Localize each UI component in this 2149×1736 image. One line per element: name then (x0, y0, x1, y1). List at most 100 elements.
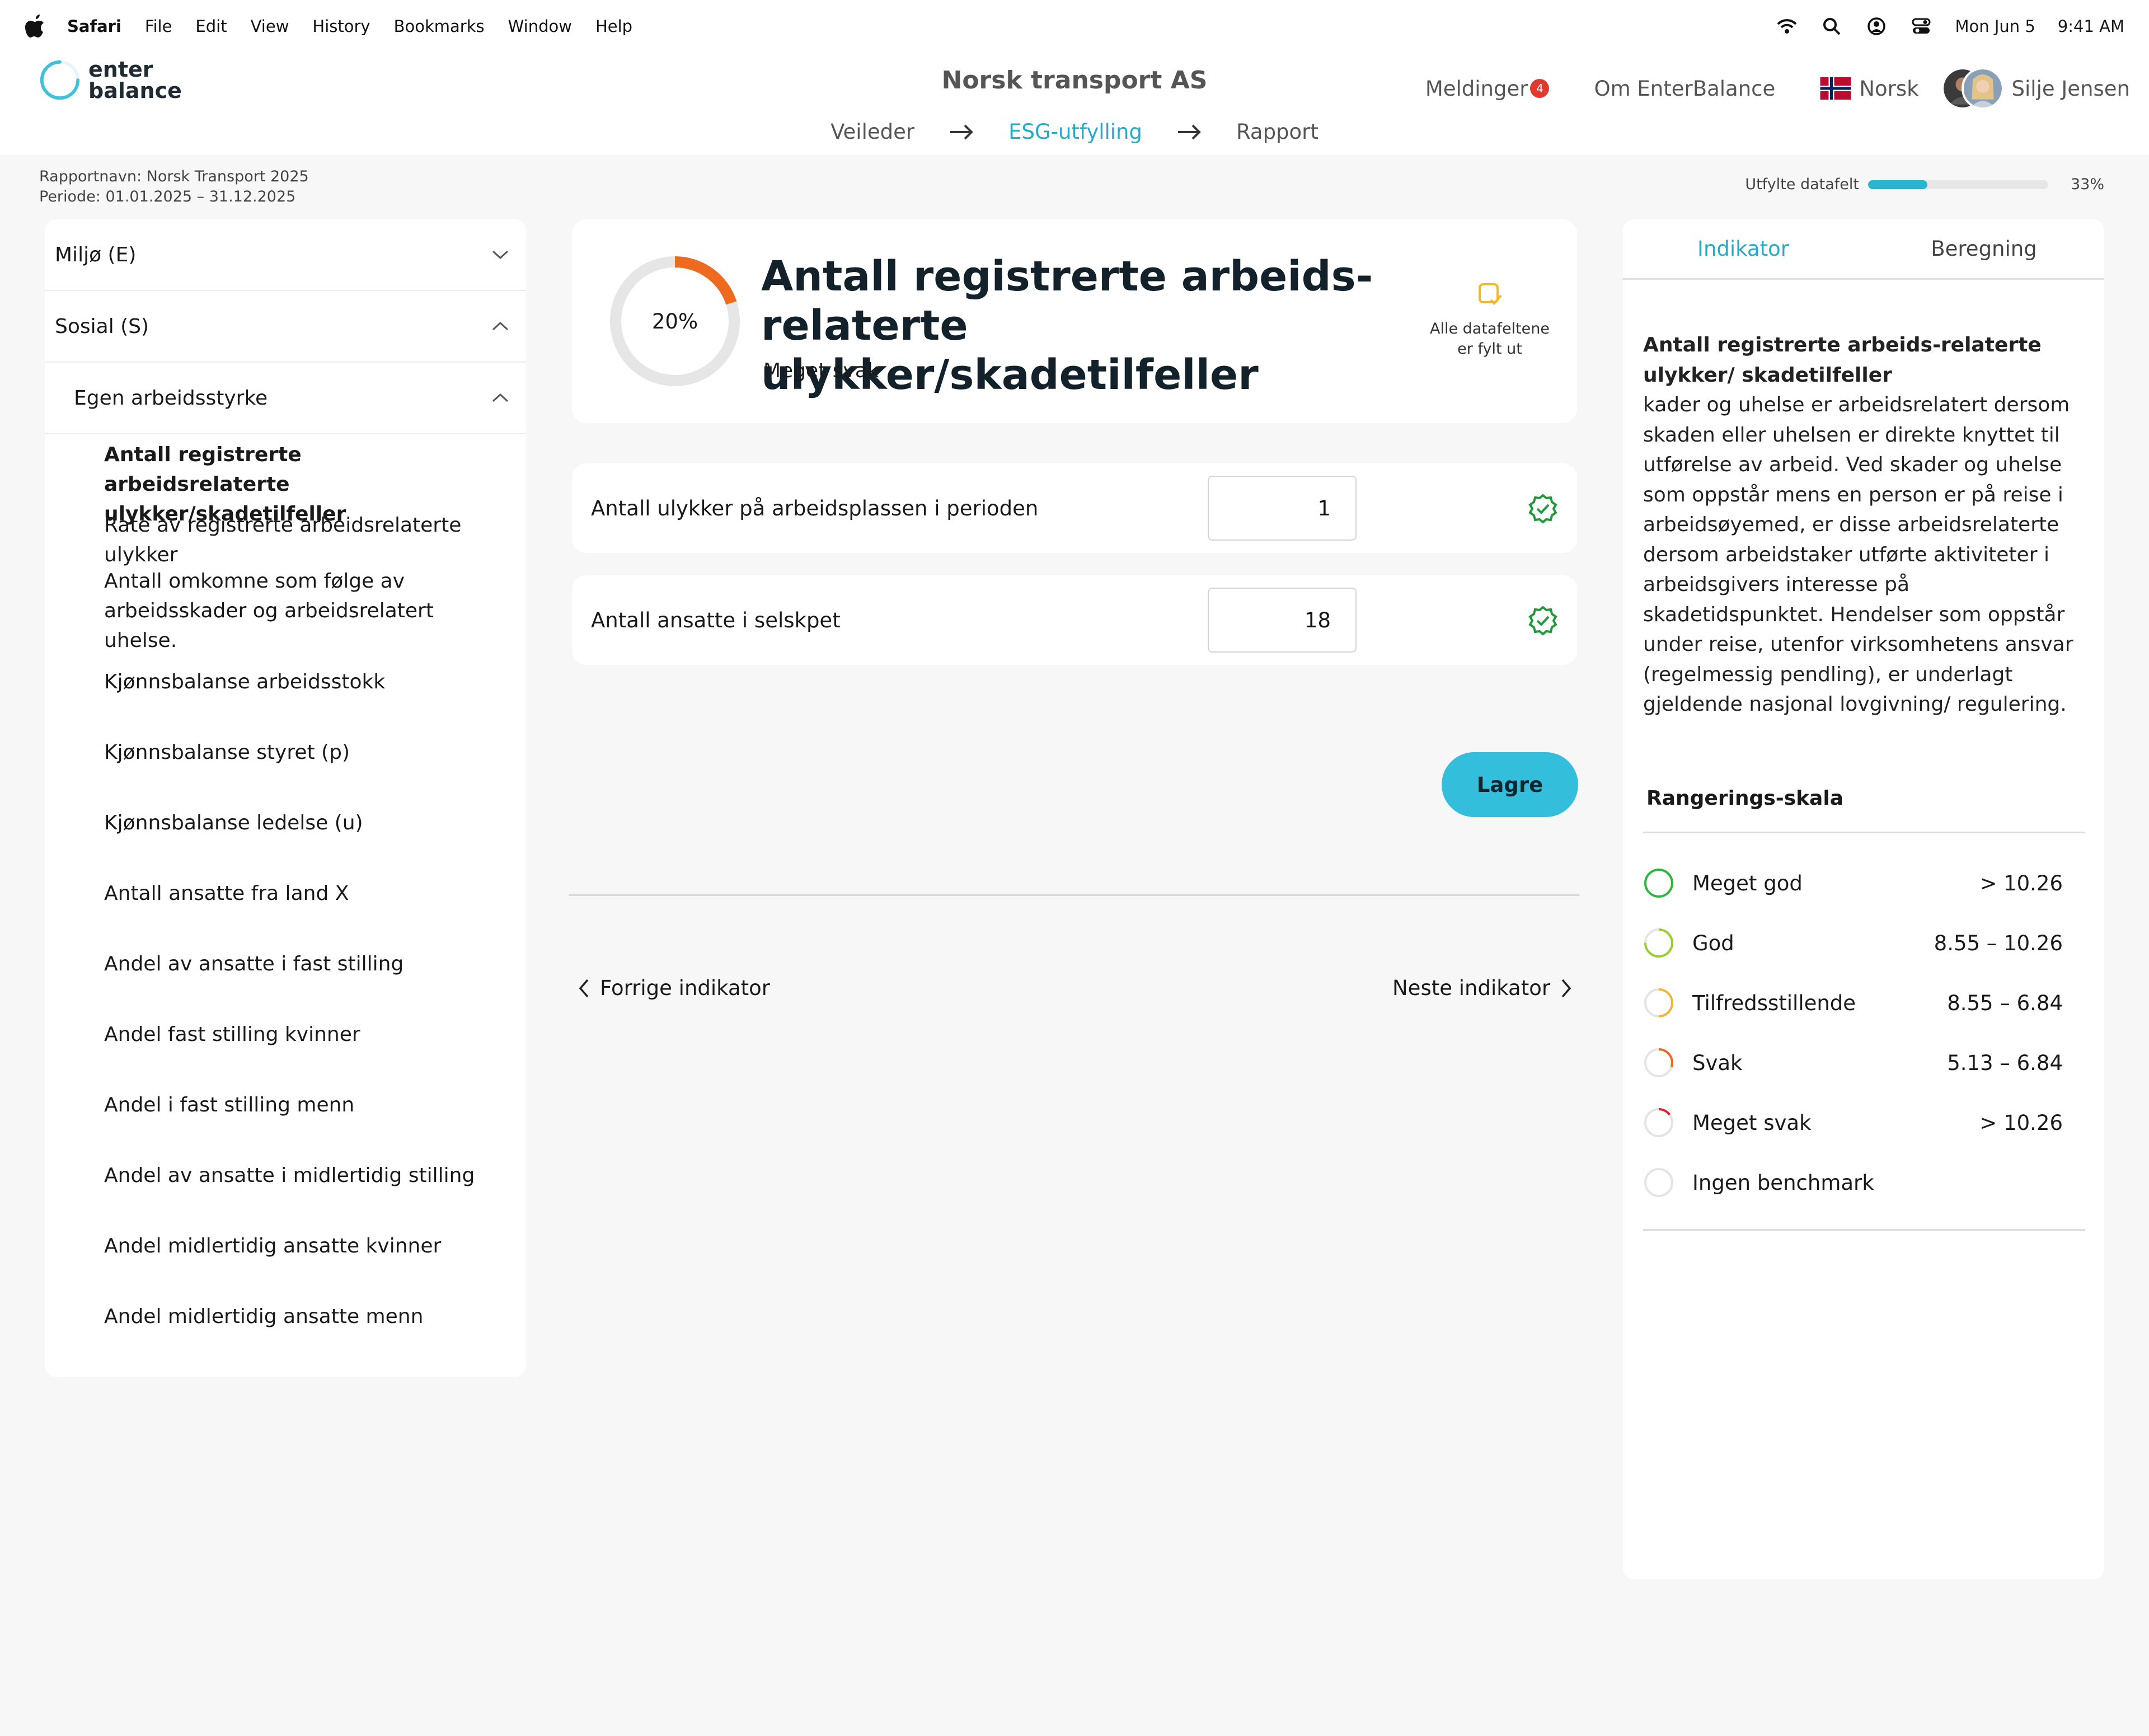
menu-help[interactable]: Help (595, 17, 632, 36)
step-rapport[interactable]: Rapport (1203, 120, 1352, 144)
menu-edit[interactable]: Edit (195, 17, 227, 36)
divider (1643, 1229, 2085, 1231)
scale-value: 8.55 – 6.84 (1947, 991, 2063, 1015)
scale-row: Svak 5.13 – 6.84 (1643, 1046, 2063, 1080)
indicator-list: Antall registrerte arbeidsrelaterte ulyk… (45, 440, 526, 1335)
tab-beregning[interactable]: Beregning (1864, 219, 2104, 278)
menu-bookmarks[interactable]: Bookmarks (394, 17, 485, 36)
save-button[interactable]: Lagre (1442, 752, 1578, 817)
rating-circle-icon (1644, 1108, 1673, 1137)
scale-value: > 10.26 (1979, 871, 2063, 895)
section-label: Miljø (E) (55, 243, 137, 266)
section-miljo[interactable]: Miljø (E) (45, 219, 526, 291)
tab-indikator[interactable]: Indikator (1623, 219, 1864, 278)
section-label: Sosial (S) (55, 315, 149, 338)
data-field-row: Antall ansatte i selskpet (572, 575, 1577, 665)
sidebar-item[interactable]: Andel midlertidig ansatte kvinner (104, 1231, 492, 1302)
section-sosial[interactable]: Sosial (S) (45, 291, 526, 363)
menu-file[interactable]: File (145, 17, 172, 36)
language-label: Norsk (1859, 76, 1919, 101)
scale-label: Meget god (1692, 871, 1803, 895)
sidebar-item[interactable]: Antall registrerte arbeidsrelaterte ulyk… (104, 440, 492, 526)
sidebar-item[interactable]: Kjønnsbalanse ledelse (u) (104, 808, 492, 879)
field-label: Antall ansatte i selskpet (591, 608, 841, 632)
chevron-up-icon (492, 321, 509, 331)
indicator-rating: Meget svak (763, 359, 879, 382)
next-indicator-link[interactable]: Neste indikator (1392, 976, 1573, 1000)
avatar (1961, 67, 2004, 110)
menu-window[interactable]: Window (508, 17, 572, 36)
sidebar-item[interactable]: Antall ansatte fra land X (104, 879, 492, 949)
app-header: enter balance Norsk transport AS Melding… (0, 53, 2149, 154)
scale-row: Meget svak > 10.26 (1643, 1106, 2063, 1139)
field-label: Antall ulykker på arbeidsplassen i perio… (591, 496, 1039, 520)
progress-track (1868, 180, 2048, 189)
scale-label: Meget svak (1692, 1110, 1812, 1135)
group-label: Egen arbeidsstyrke (74, 386, 268, 410)
score-percent: 20% (651, 309, 698, 334)
fields-complete-status: Alle datafeltene er fylt ut (1411, 281, 1568, 359)
sidebar-item[interactable]: Kjønnsbalanse styret (p) (104, 738, 492, 808)
sidebar-item[interactable]: Rate av registrerte arbeidsrelaterte uly… (104, 510, 492, 566)
indicator-header-card: 20% Antall registrerte arbeids- relatert… (572, 219, 1577, 423)
description-heading: Antall registrerte arbeids-relaterte uly… (1643, 334, 2042, 387)
scale-value: 5.13 – 6.84 (1947, 1050, 2063, 1075)
user-name: Silje Jensen (2011, 76, 2130, 101)
divider (569, 894, 1579, 896)
scale-value: 8.55 – 10.26 (1934, 931, 2063, 955)
messages-count-badge: 4 (1530, 79, 1550, 98)
scale-label: Ingen benchmark (1692, 1170, 1874, 1195)
report-period: Periode: 01.01.2025 – 31.12.2025 (39, 188, 296, 205)
employees-input[interactable] (1208, 588, 1357, 653)
verified-check-icon (1528, 494, 1557, 524)
menu-history[interactable]: History (312, 17, 370, 36)
data-field-row: Antall ulykker på arbeidsplassen i perio… (572, 463, 1577, 553)
rating-circle-icon (1644, 1168, 1673, 1197)
rating-circle-icon (1644, 869, 1673, 898)
spotlight-search-icon[interactable] (1820, 15, 1843, 37)
menu-date: Mon Jun 5 (1955, 17, 2035, 36)
user-menu[interactable]: Silje Jensen (1941, 67, 2130, 110)
progress-fill (1868, 180, 1928, 189)
sidebar-item[interactable]: Andel midlertidig ansatte menn (104, 1302, 492, 1335)
indicator-title-line2: relaterte ulykker/skadetilfeller (761, 302, 1259, 399)
rating-circle-icon (1644, 1048, 1673, 1077)
step-veileder[interactable]: Veileder (797, 120, 948, 144)
workflow-steps: Veileder ESG-utfylling Rapport (0, 120, 2149, 144)
checklist-complete-icon (1479, 283, 1502, 305)
wifi-icon[interactable] (1776, 15, 1798, 37)
user-account-icon[interactable] (1865, 15, 1888, 37)
indicator-description: Antall registrerte arbeids-relaterte uly… (1623, 280, 2104, 720)
chevron-left-icon (579, 979, 589, 997)
accidents-input[interactable] (1208, 476, 1357, 541)
messages-link[interactable]: Meldinger 4 (1425, 77, 1550, 101)
step-esg-utfylling[interactable]: ESG-utfylling (975, 120, 1176, 144)
status-line1: Alle datafeltene (1429, 320, 1550, 337)
scale-label: Tilfredsstillende (1692, 991, 1856, 1015)
menu-view[interactable]: View (251, 17, 289, 36)
sidebar-item[interactable]: Andel av ansatte i midlertidig stilling (104, 1161, 492, 1231)
group-egen-arbeidsstyrke[interactable]: Egen arbeidsstyrke (45, 363, 526, 434)
scale-row: Ingen benchmark (1643, 1166, 2063, 1199)
apple-icon[interactable] (25, 13, 47, 39)
menu-bar: Safari File Edit View History Bookmarks … (0, 0, 2149, 53)
sidebar-item[interactable]: Andel fast stilling kvinner (104, 1020, 492, 1090)
sidebar-item[interactable]: Antall omkomne som følge av arbeidsskade… (104, 566, 492, 667)
completion-progress: Utfylte datafelt 33% (1745, 176, 2104, 193)
language-selector[interactable]: Norsk (1820, 76, 1919, 101)
sidebar-item[interactable]: Kjønnsbalanse arbeidsstokk (104, 667, 492, 738)
previous-indicator-link[interactable]: Forrige indikator (578, 976, 770, 1000)
arrow-right-icon (950, 124, 973, 139)
next-label: Neste indikator (1392, 976, 1551, 1000)
progress-value: 33% (2070, 176, 2104, 193)
control-center-icon[interactable] (1910, 15, 1932, 37)
about-link[interactable]: Om EnterBalance (1594, 77, 1775, 101)
info-panel: Indikator Beregning Antall registrerte a… (1623, 219, 2104, 1579)
sidebar-item[interactable]: Andel av ansatte i fast stilling (104, 949, 492, 1020)
menu-app-safari[interactable]: Safari (67, 17, 121, 36)
sidebar-item[interactable]: Andel i fast stilling menn (104, 1090, 492, 1161)
messages-label: Meldinger (1425, 76, 1528, 101)
chevron-right-icon (1561, 979, 1571, 997)
menu-time: 9:41 AM (2057, 17, 2124, 36)
scale-label: Svak (1692, 1050, 1743, 1075)
